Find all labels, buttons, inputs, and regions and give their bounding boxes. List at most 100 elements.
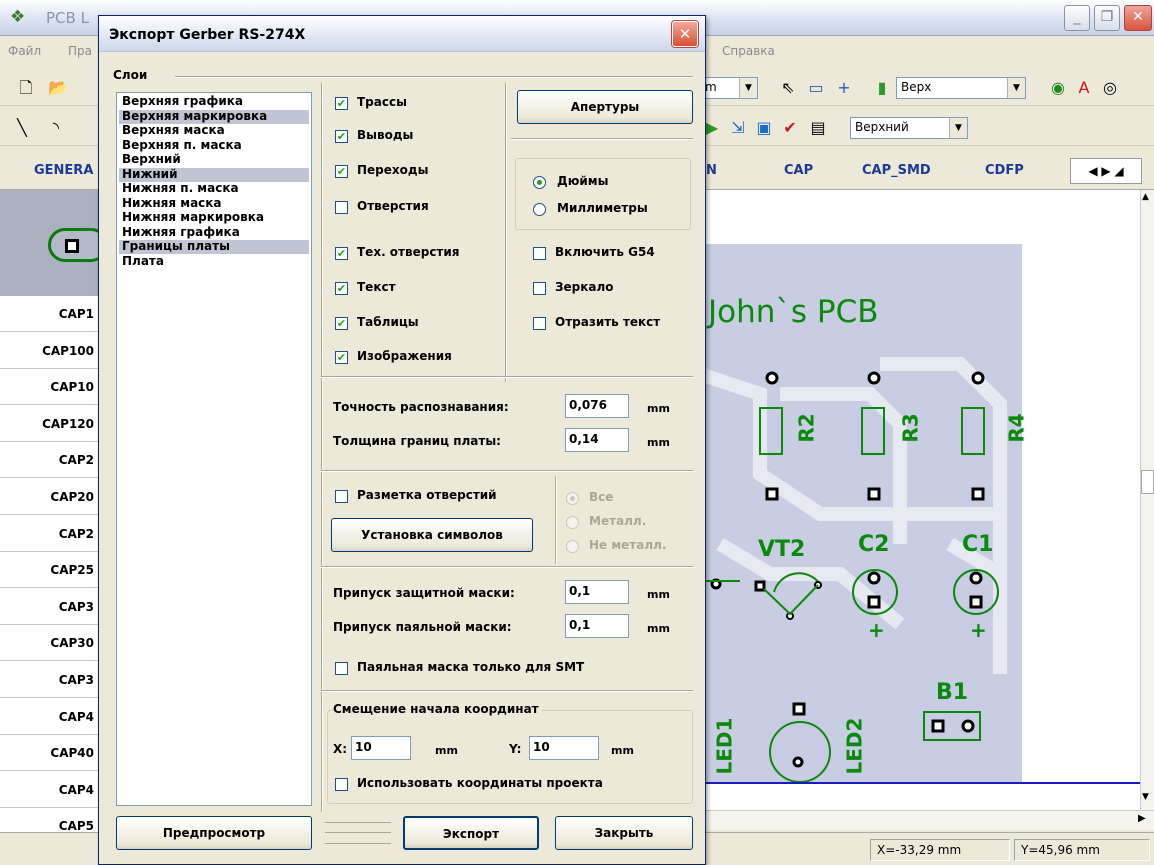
lib-tab[interactable]: CAP_SMD xyxy=(862,163,931,178)
layer-item[interactable]: Верхний xyxy=(119,153,309,167)
drc-report-icon[interactable]: ▤ xyxy=(806,116,830,140)
scroll-right-icon[interactable]: ▶ xyxy=(1138,813,1146,824)
units-group xyxy=(515,158,691,230)
offset-x-unit: mm xyxy=(435,744,458,757)
line-tool-icon[interactable]: ╲ xyxy=(10,116,34,140)
object-checkbox[interactable] xyxy=(335,282,348,295)
paste-mask-input[interactable]: 0,1 xyxy=(565,614,629,638)
component-list-item[interactable]: CAP4 xyxy=(0,771,100,808)
maximize-button[interactable]: ❐ xyxy=(1094,5,1120,31)
preview-button[interactable]: Предпросмотр xyxy=(116,816,312,850)
component-list-item[interactable]: CAP2 xyxy=(0,442,100,479)
scroll-down-icon[interactable]: ▼ xyxy=(1142,792,1149,802)
drc-icon[interactable]: ✔ xyxy=(778,116,802,140)
option-checkbox[interactable] xyxy=(533,317,546,330)
horizontal-scrollbar[interactable]: ▶ xyxy=(700,810,1154,830)
paste-mask-label: Припуск паяльной маски: xyxy=(333,620,512,634)
menu-file[interactable]: Файл xyxy=(8,44,41,58)
pad-icon[interactable]: ◉ xyxy=(1046,76,1070,100)
pcb-canvas[interactable]: John`s PCB R2 R3 R4 VT2 C2 C1 B1 LED1 LE… xyxy=(697,190,1140,830)
object-checkbox[interactable] xyxy=(335,130,348,143)
object-checkbox[interactable] xyxy=(335,97,348,110)
object-checkbox-label: Изображения xyxy=(357,349,452,363)
export-icon[interactable]: ⇲ xyxy=(726,116,750,140)
export-button[interactable]: Экспорт xyxy=(403,816,539,850)
divider xyxy=(511,138,693,140)
app-close-button[interactable]: ✕ xyxy=(1124,5,1152,31)
component-list-item[interactable]: CAP30 xyxy=(0,625,100,662)
offset-x-input[interactable]: 10 xyxy=(351,736,411,760)
precision-input[interactable]: 0,076 xyxy=(565,394,629,418)
close-button[interactable]: Закрыть xyxy=(555,816,693,850)
lib-tab[interactable]: GENERA xyxy=(34,163,93,178)
layer-item[interactable]: Нижняя графика xyxy=(119,225,309,240)
layer-list[interactable]: Верхняя графика Верхняя маркировка Верхняя… xyxy=(116,92,312,806)
new-file-icon[interactable]: 🗋 xyxy=(14,76,38,100)
menu-edit[interactable]: Пра xyxy=(68,44,92,58)
object-checkbox[interactable] xyxy=(335,317,348,330)
solder-mask-input[interactable]: 0,1 xyxy=(565,580,629,604)
dialog-close-button[interactable]: ✕ xyxy=(672,21,698,47)
lib-scroll-arrows[interactable]: ◀ ▶ ◢ xyxy=(1070,158,1142,184)
scroll-up-icon[interactable]: ▲ xyxy=(1142,192,1149,202)
lib-tab[interactable]: N xyxy=(706,163,717,178)
via-icon[interactable]: ◎ xyxy=(1098,76,1122,100)
divider xyxy=(321,82,323,812)
open-folder-icon[interactable]: 📂 xyxy=(46,76,70,100)
component-list-item[interactable]: CAP3 xyxy=(0,588,100,625)
paste-smt-checkbox[interactable] xyxy=(335,662,348,675)
component-list-item[interactable]: CAP2 xyxy=(0,515,100,552)
hole-marks-checkbox[interactable] xyxy=(335,490,348,503)
object-checkbox-label: Текст xyxy=(357,280,396,294)
layer-item[interactable]: Верхняя графика xyxy=(119,95,309,109)
ruler-icon[interactable]: ▭ xyxy=(804,76,828,100)
layer-item[interactable]: Границы платы xyxy=(119,240,309,254)
lib-tab[interactable]: CAP xyxy=(784,163,813,178)
scroll-thumb[interactable] xyxy=(1141,470,1154,494)
layer-item[interactable]: Нижняя п. маска xyxy=(119,182,309,196)
layer-item[interactable]: Верхняя п. маска xyxy=(119,138,309,153)
component-list-item[interactable]: CAP120 xyxy=(0,405,100,442)
side-combo[interactable]: Верх ▼ xyxy=(896,77,1026,99)
minimize-button[interactable]: _ xyxy=(1064,5,1090,31)
vertical-scrollbar[interactable]: ▲ ▼ xyxy=(1140,190,1154,810)
lib-tab[interactable]: CDFP xyxy=(985,163,1024,178)
object-checkbox[interactable] xyxy=(335,351,348,364)
offset-y-input[interactable]: 10 xyxy=(529,736,599,760)
layer-item[interactable]: Нижняя маска xyxy=(119,196,309,211)
component-list-item[interactable]: CAP4 xyxy=(0,698,100,735)
apertures-button[interactable]: Апертуры xyxy=(517,90,693,124)
offset-y-unit: mm xyxy=(611,744,634,757)
radio-inches[interactable] xyxy=(533,176,546,189)
app-logo-icon: ❖ xyxy=(10,7,26,27)
border-width-input[interactable]: 0,14 xyxy=(565,428,629,452)
text-tool-icon[interactable]: A xyxy=(1072,76,1096,100)
object-checkbox[interactable] xyxy=(335,165,348,178)
component-list-item[interactable]: CAP3 xyxy=(0,662,100,698)
component-list-item[interactable]: CAP20 xyxy=(0,479,100,515)
layer-item[interactable]: Нижняя маркировка xyxy=(119,211,309,225)
layer-item[interactable]: Верхняя маркировка xyxy=(119,109,309,124)
units-combo[interactable]: m ▼ xyxy=(700,77,758,99)
use-project-coords-checkbox[interactable] xyxy=(335,778,348,791)
option-checkbox[interactable] xyxy=(533,247,546,260)
arc-tool-icon[interactable]: ◝ xyxy=(44,116,68,140)
option-checkbox[interactable] xyxy=(533,282,546,295)
symbols-setup-button[interactable]: Установка символов xyxy=(331,518,533,552)
layer-item[interactable]: Плата xyxy=(119,254,309,269)
object-checkbox[interactable] xyxy=(335,201,348,214)
crosshair-icon[interactable]: + xyxy=(832,76,856,100)
radio-millimeters[interactable] xyxy=(533,203,546,216)
menu-help[interactable]: Справка xyxy=(722,44,775,58)
board-icon[interactable]: ▣ xyxy=(752,116,776,140)
layer-combo[interactable]: Верхний ▼ xyxy=(850,117,968,139)
component-list-item[interactable]: CAP40 xyxy=(0,735,100,772)
layer-item[interactable]: Нижний xyxy=(119,167,309,182)
layer-item[interactable]: Верхняя маска xyxy=(119,124,309,138)
component-list-item[interactable]: CAP100 xyxy=(0,332,100,369)
component-list-item[interactable]: CAP1 xyxy=(0,296,100,332)
component-list-item[interactable]: CAP10 xyxy=(0,369,100,406)
object-checkbox[interactable] xyxy=(335,247,348,260)
pointer-icon[interactable]: ⇖ xyxy=(776,76,800,100)
component-list-item[interactable]: CAP25 xyxy=(0,552,100,589)
